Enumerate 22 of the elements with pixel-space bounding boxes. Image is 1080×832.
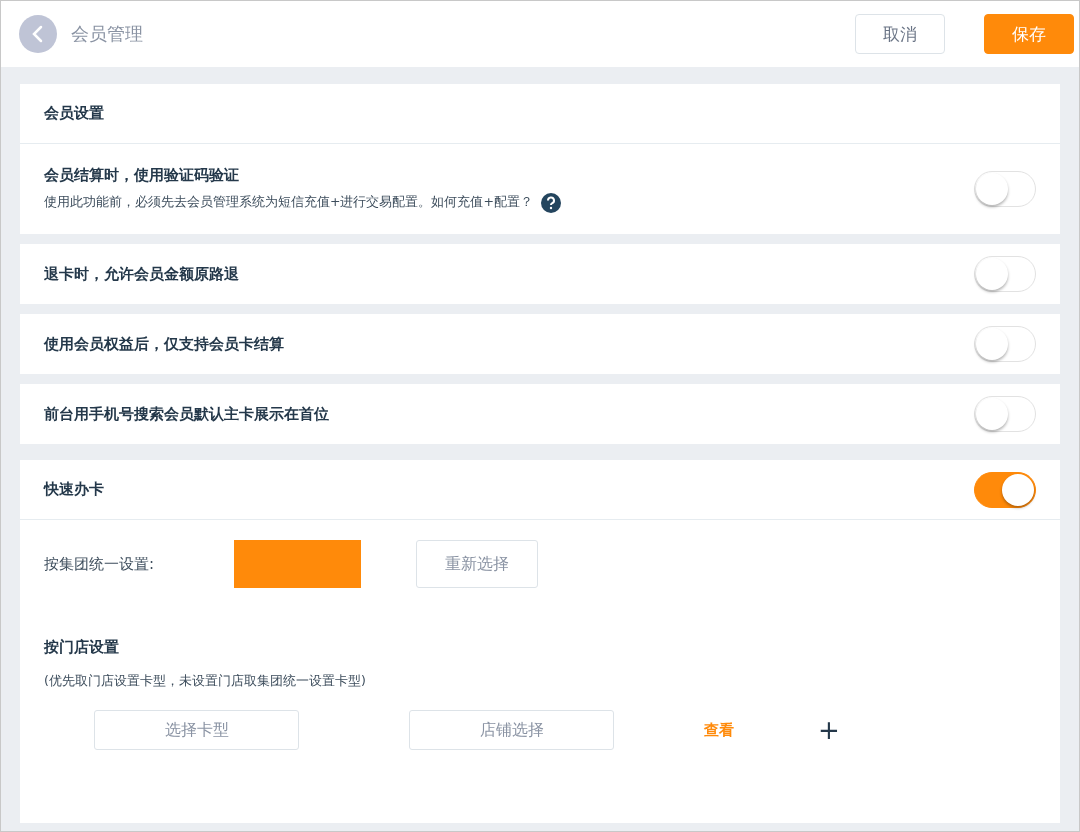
card-type-select[interactable]: 选择卡型 [94,710,299,750]
save-button[interactable]: 保存 [984,14,1074,54]
setting-label: 会员结算时，使用验证码验证 [44,165,240,185]
store-select[interactable]: 店铺选择 [409,710,614,750]
field-label: 按集团统一设置: [44,554,156,574]
store-note: (优先取门店设置卡型，未设置门店取集团统一设置卡型) [44,673,367,690]
cancel-button[interactable]: 取消 [855,14,945,54]
setting-label: 前台用手机号搜索会员默认主卡展示在首位 [44,404,329,424]
chevron-left-icon [31,24,45,44]
view-link[interactable]: 查看 [704,720,734,740]
page-title: 会员管理 [71,22,144,46]
setting-label: 使用会员权益后，仅支持会员卡结算 [44,334,284,354]
setting-label: 退卡时，允许会员金额原路退 [44,264,239,284]
section-title: 快速办卡 [44,480,104,499]
setting-note: 使用此功能前，必须先去会员管理系统为短信充值+进行交易配置。如何充值+配置？ [44,194,533,211]
reselect-button[interactable]: 重新选择 [416,540,538,588]
add-button[interactable]: + [814,715,844,745]
toggle-switch[interactable] [974,471,1036,508]
section-title: 会员设置 [44,104,104,123]
back-button[interactable] [19,15,57,53]
help-icon[interactable] [540,192,561,213]
section-title: 按门店设置 [44,638,120,657]
